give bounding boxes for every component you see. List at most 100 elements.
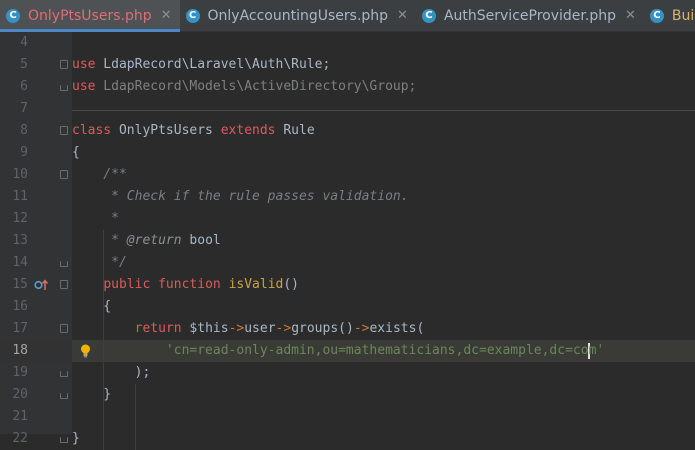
code-token: return (134, 321, 182, 336)
fold-marker-icon[interactable] (60, 280, 68, 289)
close-tab-icon[interactable]: ✕ (625, 8, 636, 23)
fold-marker-icon[interactable] (60, 60, 68, 69)
line-number: 13 (12, 233, 28, 248)
code-token: public (103, 277, 151, 292)
tab-label: OnlyAccountingUsers.php (207, 7, 389, 24)
fold-marker-icon[interactable] (60, 85, 68, 91)
fold-marker-icon[interactable] (60, 170, 68, 179)
code-token: function (158, 277, 221, 292)
php-class-icon: C (649, 8, 664, 23)
fold-marker-icon[interactable] (60, 261, 68, 267)
code-text: */ (72, 252, 127, 274)
code-token: { (72, 299, 112, 314)
line-number: 15 (12, 277, 28, 292)
implements-method-icon[interactable] (34, 279, 50, 291)
code-line[interactable]: 11 * Check if the rule passes validation… (0, 186, 695, 208)
tab-label: AuthServiceProvider.php (443, 7, 616, 24)
close-tab-icon[interactable]: ✕ (397, 8, 408, 23)
tab-label: Buil (671, 7, 695, 24)
code-line[interactable]: 6 use LdapRecord\Models\ActiveDirectory\G… (0, 76, 695, 98)
code-token: } (72, 387, 112, 402)
close-tab-icon[interactable]: ✕ (161, 8, 172, 23)
line-number: 16 (12, 299, 28, 314)
method-separator (72, 110, 695, 111)
line-number: 9 (20, 145, 28, 160)
line-number: 20 (12, 387, 28, 402)
code-line[interactable]: 9{ (0, 142, 695, 164)
line-number: 22 (12, 431, 28, 446)
code-editor[interactable]: 4 5 use LdapRecord\Laravel\Auth\Rule; 6 use … (0, 32, 695, 450)
code-line[interactable]: 15 public function isValid() (0, 274, 695, 296)
code-token: class (72, 123, 112, 138)
code-token: * (72, 211, 119, 226)
code-text: * @return bool (72, 230, 221, 252)
line-number: 17 (12, 321, 28, 336)
code-line[interactable]: 4 (0, 32, 695, 54)
line-number: 19 (12, 365, 28, 380)
fold-marker-icon[interactable] (60, 324, 68, 333)
tab-onlyaccountingusers-php[interactable]: C OnlyAccountingUsers.php ✕ (180, 0, 416, 31)
code-text: ); (72, 362, 151, 384)
line-number: 8 (20, 123, 28, 138)
code-line[interactable]: 17 return $this->user->groups()->exists( (0, 318, 695, 340)
code-text: /** (72, 164, 127, 186)
code-token: * Check if the rule passes validation. (72, 189, 409, 204)
code-line[interactable]: 19 ); (0, 362, 695, 384)
code-token: -> (353, 321, 370, 336)
code-token: * (72, 233, 127, 248)
code-line[interactable]: 22} (0, 428, 695, 450)
code-line[interactable]: 5 use LdapRecord\Laravel\Auth\Rule; (0, 54, 695, 76)
line-number: 14 (12, 255, 28, 270)
tab-authserviceprovider-php[interactable]: C AuthServiceProvider.php ✕ (416, 0, 644, 31)
code-token: -> (228, 321, 245, 336)
code-token: OnlyPtsUsers (111, 123, 221, 138)
line-number: 4 (20, 35, 28, 50)
code-text: { (72, 142, 80, 164)
fold-marker-icon[interactable] (60, 371, 68, 377)
line-number: 10 (12, 167, 28, 182)
code-line[interactable]: 8 class OnlyPtsUsers extends Rule (0, 120, 695, 142)
code-text: return $this->user->groups()->exists( (72, 318, 425, 340)
code-line[interactable]: 10 /** (0, 164, 695, 186)
code-token: () (338, 321, 354, 336)
code-token: ); (72, 365, 151, 380)
code-token: LdapRecord\Models\ActiveDirectory\Group; (95, 79, 417, 94)
code-token: extends (220, 123, 276, 138)
code-line[interactable]: 12 * (0, 208, 695, 230)
code-token: $this (181, 321, 229, 336)
code-text: 'cn=read-only-admin,ou=mathematicians,dc… (72, 340, 604, 362)
code-text: } (72, 428, 80, 450)
code-text: use LdapRecord\Models\ActiveDirectory\Gr… (72, 76, 416, 98)
line-number: 21 (12, 409, 28, 424)
tab-buil[interactable]: C Buil (644, 0, 695, 31)
code-token: isValid (228, 277, 284, 292)
code-token: { (72, 145, 80, 160)
code-line[interactable]: 14 */ (0, 252, 695, 274)
code-line[interactable]: 21 (0, 406, 695, 428)
code-text: { (72, 296, 111, 318)
line-number: 6 (20, 79, 28, 94)
tab-label: OnlyPtsUsers.php (28, 7, 152, 24)
code-text: } (72, 384, 111, 406)
php-class-icon: C (421, 8, 436, 23)
code-token: user (244, 321, 276, 336)
fold-marker-icon[interactable] (60, 393, 68, 399)
code-token: bool (181, 233, 221, 248)
code-token: @return (126, 233, 182, 248)
line-number: 5 (20, 57, 28, 72)
code-token: exists (369, 321, 417, 336)
code-line[interactable]: 20 } (0, 384, 695, 406)
code-line[interactable]: 18 'cn=read-only-admin,ou=mathematicians… (0, 340, 695, 362)
fold-marker-icon[interactable] (60, 437, 68, 443)
code-line[interactable]: 16 { (0, 296, 695, 318)
code-token: Rule (275, 123, 315, 138)
tab-onlyptsusers-php[interactable]: C OnlyPtsUsers.php ✕ (0, 0, 180, 32)
code-line[interactable]: 13 * @return bool (0, 230, 695, 252)
editor-tab-bar: C OnlyPtsUsers.php ✕ C OnlyAccountingUsers.p… (0, 0, 695, 32)
line-number: 7 (20, 101, 28, 116)
fold-marker-icon[interactable] (60, 126, 68, 135)
code-line[interactable]: 7 (0, 98, 695, 120)
